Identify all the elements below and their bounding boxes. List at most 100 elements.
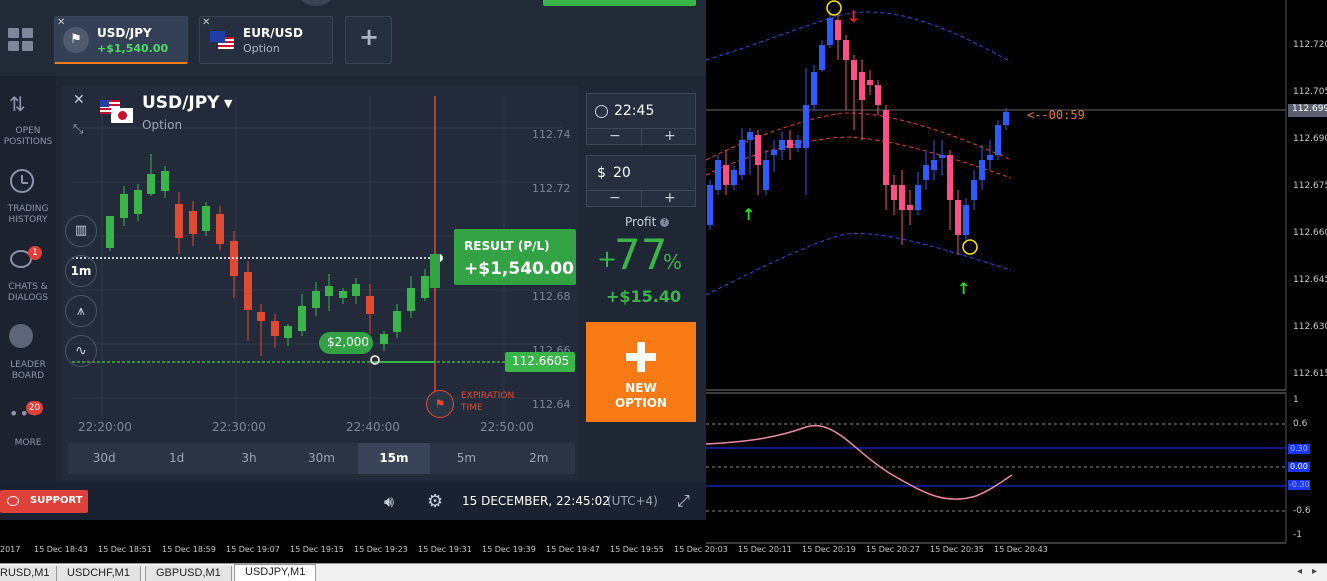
support-button[interactable]: SUPPORT (0, 490, 88, 513)
mt4-time-label: 15 Dec 19:31 (418, 545, 472, 554)
interval-label: 1m (70, 264, 92, 278)
timeframe-3h[interactable]: 3h (213, 443, 285, 474)
mt4-candle-body (731, 170, 737, 185)
mt4-candle-body (947, 155, 953, 200)
asset-tabs-bar: ✕ ⚑ USD/JPY +$1,540.00 ✕ EUR/USD Option … (0, 0, 706, 76)
candle-body (298, 306, 306, 331)
time-plus-button[interactable]: + (664, 128, 676, 144)
mt4-candle-body (995, 125, 1001, 155)
mt4-candle-body (875, 85, 881, 105)
candle-body (393, 311, 401, 332)
tab-usd-jpy[interactable]: ✕ ⚑ USD/JPY +$1,540.00 (54, 16, 188, 64)
add-tab-button[interactable]: + (345, 16, 392, 64)
candle-body (380, 334, 388, 344)
current-price-tag: 112.6605 (505, 352, 575, 372)
gear-icon[interactable]: ⚙ (427, 491, 443, 512)
deposit-button[interactable] (543, 0, 696, 6)
sidebar-item-more[interactable]: MORE (0, 438, 56, 449)
info-icon[interactable]: ? (660, 218, 669, 227)
open-positions-icon[interactable]: ⇅ (9, 92, 26, 116)
timezone: (UTC+4) (607, 494, 658, 508)
mt4-chart-area[interactable]: ↑ ↑ ↓ (706, 0, 1327, 563)
expiration-label: EXPIRATION TIME (461, 390, 514, 414)
timeframe-15m[interactable]: 15m (357, 443, 431, 474)
osc-box: 0.30 (1288, 444, 1310, 454)
amount-currency: $ (597, 165, 606, 181)
new-option-line: OPTION (615, 396, 667, 410)
candle-body (421, 276, 429, 298)
timeframe-30m[interactable]: 30m (285, 443, 357, 474)
sidebar-label: CHATS & (8, 282, 48, 292)
close-tab-icon[interactable]: ✕ (57, 17, 65, 28)
scroll-right-icon[interactable]: ▸ (1312, 566, 1317, 577)
mt4-candle-body (819, 45, 825, 70)
top-circle-button[interactable] (296, 0, 336, 6)
candle-body (312, 291, 320, 308)
symbol-tab[interactable]: USDCHF,M1 (56, 566, 141, 581)
mt4-time-label: 15 Dec 18:43 (34, 545, 88, 554)
time-minus-button[interactable]: − (609, 128, 621, 144)
close-chart-icon[interactable]: ✕ (73, 92, 85, 108)
symbol-tab-active[interactable]: USDJPY,M1 (234, 564, 317, 581)
time-tick: 22:20:00 (78, 420, 132, 434)
candle-body (161, 171, 169, 191)
symbol-tab-label: USDCHF,M1 (67, 567, 130, 579)
mt4-countdown: <--00:59 (1027, 108, 1085, 122)
chevron-down-icon[interactable]: ▼ (224, 97, 232, 110)
timeframe-30d[interactable]: 30d (68, 443, 140, 474)
close-tab-icon[interactable]: ✕ (202, 17, 210, 28)
timeframe-1d[interactable]: 1d (140, 443, 212, 474)
fullscreen-icon[interactable]: ⤢ (677, 491, 690, 511)
volume-icon[interactable]: 🔊︎ (384, 492, 394, 512)
candle-body (352, 284, 360, 296)
new-option-button[interactable]: NEW OPTION (586, 322, 696, 422)
mt4-time-label: 15 Dec 18:59 (162, 545, 216, 554)
divider (641, 190, 642, 208)
mt4-price-label: 112.660 (1293, 228, 1327, 238)
grid-menu-icon[interactable] (8, 28, 34, 52)
amount-minus-button[interactable]: − (609, 190, 621, 206)
divider (641, 128, 642, 146)
mt4-candle-body (1003, 112, 1009, 125)
expiry-time-input[interactable]: 22:45 − + (586, 93, 696, 146)
amount-plus-button[interactable]: + (664, 190, 676, 206)
mt4-candle-body (899, 185, 905, 210)
sidebar-item-open-positions[interactable]: OPEN POSITIONS (0, 126, 56, 148)
sidebar-item-trading-history[interactable]: TRADING HISTORY (0, 204, 56, 226)
candle-body (257, 312, 265, 321)
investment-amount: $2,000 (327, 335, 369, 349)
tab-symbol: EUR/USD (243, 26, 303, 40)
tab-eur-usd[interactable]: ✕ EUR/USD Option (199, 16, 333, 64)
mt4-candle-body (931, 160, 937, 170)
mt4-candle-body (979, 160, 985, 180)
sidebar-item-chats[interactable]: CHATS & DIALOGS (0, 282, 56, 304)
symbol-tab[interactable]: GBPUSD,M1 (145, 566, 232, 581)
minimize-chart-icon[interactable]: ⤡ (73, 122, 83, 137)
leaderboard-medal-icon[interactable] (9, 324, 33, 348)
new-option-label: NEW OPTION (586, 381, 696, 411)
asset-title[interactable]: USD/JPY (142, 93, 219, 113)
chart-type-icon[interactable]: ▥ (65, 215, 97, 247)
drawing-tools-icon[interactable]: ⩚ (65, 295, 97, 327)
timeframe-5m[interactable]: 5m (430, 443, 502, 474)
timeframe-2m[interactable]: 2m (503, 443, 575, 474)
result-value: +$1,540.00 (464, 259, 574, 279)
mt4-time-label: 15 Dec 19:07 (226, 545, 280, 554)
scroll-left-icon[interactable]: ◂ (1297, 566, 1302, 577)
indicators-icon[interactable]: ∿ (65, 335, 97, 367)
amount-input[interactable]: $ 20 − + (586, 155, 696, 208)
mt4-time-label: 15 Dec 19:55 (610, 545, 664, 554)
history-clock-icon[interactable] (10, 169, 34, 193)
result-box: RESULT (P/L) +$1,540.00 (454, 229, 576, 285)
interval-button[interactable]: 1m (65, 255, 97, 287)
mt4-chart-svg: ↑ ↑ ↓ (706, 0, 1287, 544)
candle-body (175, 204, 183, 238)
sidebar-item-leaderboard[interactable]: LEADER BOARD (0, 360, 56, 382)
mt4-time-label: 15 Dec 19:15 (290, 545, 344, 554)
symbol-tab[interactable]: RUSD,M1 (0, 566, 61, 581)
sidebar-label: MORE (14, 438, 42, 448)
osc-box: 0.00 (1288, 462, 1310, 472)
mt4-time-label: 15 Dec 19:39 (482, 545, 536, 554)
investment-marker[interactable]: $2,000 (319, 332, 373, 354)
mt4-candle-body (795, 140, 801, 148)
